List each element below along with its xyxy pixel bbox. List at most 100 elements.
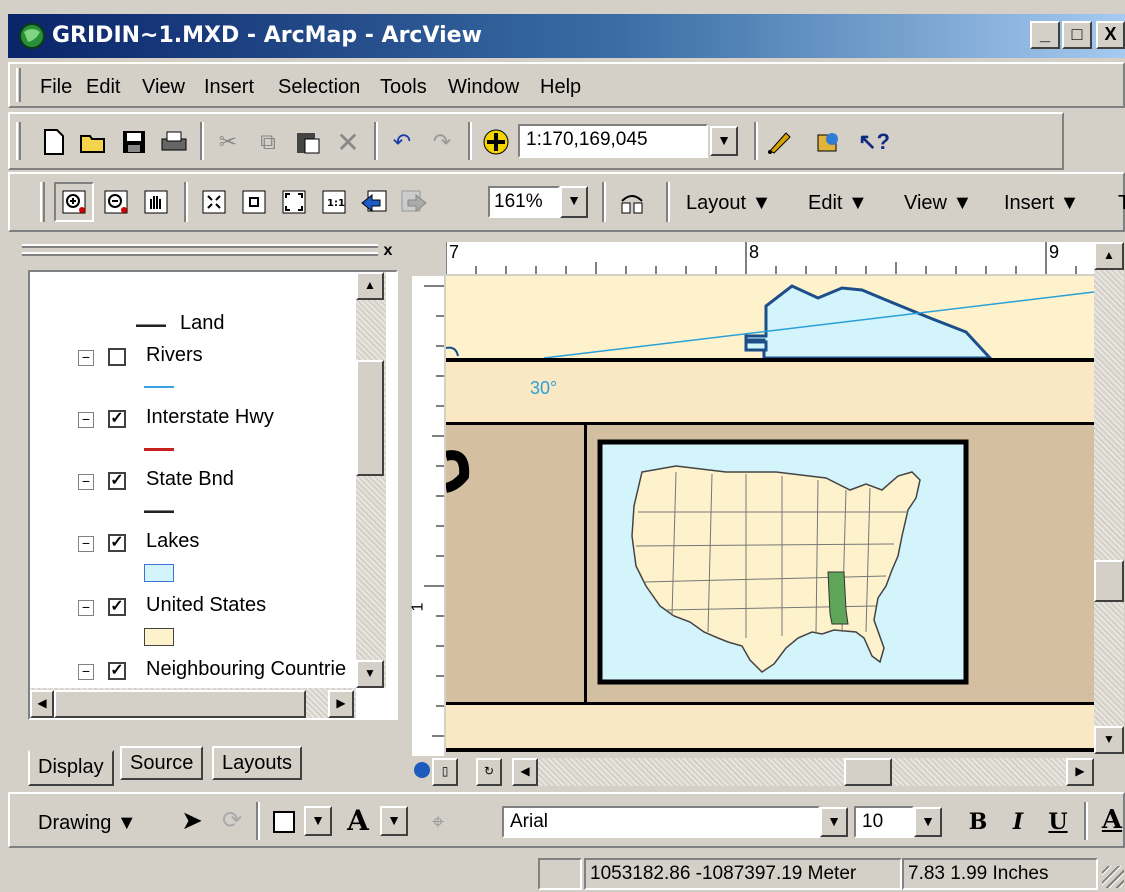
collapse-toggle[interactable]: −	[78, 474, 94, 490]
resize-grip-icon[interactable]	[1102, 866, 1124, 888]
open-folder-icon[interactable]	[76, 124, 112, 160]
menu-insert[interactable]: Insert	[204, 76, 254, 99]
layer-visibility-checkbox[interactable]: ✓	[108, 410, 126, 428]
scroll-thumb-horizontal[interactable]	[54, 690, 306, 718]
zoom-100-percent-icon[interactable]: 1:1	[316, 184, 352, 220]
font-color-icon[interactable]: A	[1094, 802, 1125, 838]
close-button[interactable]: X	[1096, 21, 1125, 49]
go-forward-extent-icon[interactable]	[396, 184, 432, 220]
zoom-out-page-icon[interactable]	[98, 184, 134, 220]
paste-icon[interactable]	[290, 124, 326, 160]
cut-icon[interactable]: ✂	[210, 124, 246, 160]
scroll-right-arrow-icon[interactable]: ▶	[328, 690, 354, 718]
toc-grip	[22, 244, 378, 248]
rotate-icon[interactable]: ⟳	[214, 802, 250, 838]
zoom-percent-input[interactable]: 161%	[488, 186, 560, 218]
refresh-icon[interactable]: ↻	[476, 758, 502, 786]
select-elements-arrow-icon[interactable]: ➤	[174, 802, 210, 838]
more-menu[interactable]: T	[1118, 192, 1125, 215]
menu-edit[interactable]: Edit	[86, 76, 120, 99]
zoom-out-fixed-icon[interactable]	[236, 184, 272, 220]
edit-menu[interactable]: Edit ▼	[808, 192, 868, 215]
toggle-draft-mode-icon[interactable]	[614, 184, 650, 220]
whats-this-help-icon[interactable]: ↖?	[856, 124, 892, 160]
maximize-button[interactable]: □	[1062, 21, 1092, 49]
go-back-extent-icon[interactable]	[356, 184, 392, 220]
zoom-dropdown-button[interactable]: ▼	[560, 186, 588, 218]
toc-vertical-scrollbar[interactable]	[356, 272, 386, 688]
view-menu[interactable]: View ▼	[904, 192, 972, 215]
layer-visibility-checkbox[interactable]: ✓	[108, 598, 126, 616]
collapse-toggle[interactable]: −	[78, 664, 94, 680]
layer-visibility-checkbox[interactable]: ✓	[108, 662, 126, 680]
menu-window[interactable]: Window	[448, 76, 519, 99]
toc-close-button[interactable]: x	[378, 242, 398, 262]
delete-icon[interactable]: ✕	[330, 124, 366, 160]
scroll-thumb-horizontal[interactable]	[844, 758, 892, 786]
zoom-whole-page-icon[interactable]	[276, 184, 312, 220]
zoom-in-fixed-icon[interactable]	[196, 184, 232, 220]
menu-selection[interactable]: Selection	[278, 76, 360, 99]
scroll-down-arrow-icon[interactable]: ▼	[356, 660, 384, 688]
tab-display[interactable]: Display	[28, 750, 114, 786]
save-icon[interactable]	[116, 124, 152, 160]
scroll-thumb[interactable]	[1094, 560, 1124, 602]
scroll-up-arrow-icon[interactable]: ▲	[356, 272, 384, 300]
new-text-icon[interactable]: A	[340, 802, 376, 838]
editor-toolbar-icon[interactable]	[762, 124, 798, 160]
collapse-toggle[interactable]: −	[78, 536, 94, 552]
bold-button[interactable]: B	[960, 804, 996, 840]
italic-button[interactable]: I	[1000, 804, 1036, 840]
copy-icon[interactable]: ⧉	[250, 124, 286, 160]
minimize-button[interactable]: _	[1030, 21, 1060, 49]
status-coordinates: 1053182.86 -1087397.19 Meter	[584, 858, 902, 890]
layer-visibility-checkbox[interactable]: ✓	[108, 472, 126, 490]
drawing-menu[interactable]: Drawing ▼	[38, 812, 137, 835]
arccatalog-icon[interactable]	[810, 124, 846, 160]
menu-file[interactable]: File	[40, 76, 72, 99]
print-icon[interactable]	[156, 124, 192, 160]
pan-page-icon[interactable]	[138, 184, 174, 220]
collapse-toggle[interactable]: −	[78, 350, 94, 366]
new-document-icon[interactable]	[36, 124, 72, 160]
rectangle-icon[interactable]	[266, 804, 302, 840]
map-horizontal-scrollbar[interactable]	[512, 758, 1094, 786]
graticule-label: 30°	[530, 378, 558, 398]
scroll-right-arrow-icon[interactable]: ▶	[1066, 758, 1094, 786]
text-dropdown-button[interactable]: ▼	[380, 806, 408, 836]
layer-visibility-checkbox[interactable]	[108, 348, 126, 366]
rectangle-dropdown-button[interactable]: ▼	[304, 806, 332, 836]
font-dropdown-button[interactable]: ▼	[820, 807, 848, 837]
menu-help[interactable]: Help	[540, 76, 581, 99]
font-size-input[interactable]: 10	[854, 806, 914, 838]
insert-menu[interactable]: Insert ▼	[1004, 192, 1079, 215]
underline-button[interactable]: U	[1040, 804, 1076, 840]
zoom-in-page-icon[interactable]	[54, 182, 94, 222]
font-name-input[interactable]: Arial	[502, 806, 820, 838]
status-panel-empty	[538, 858, 582, 890]
tab-source[interactable]: Source	[120, 746, 204, 780]
layout-menu[interactable]: Layout ▼	[686, 192, 771, 215]
layout-view-icon[interactable]: ▯	[432, 758, 458, 786]
toolbar-grip	[16, 122, 21, 160]
collapse-toggle[interactable]: −	[78, 412, 94, 428]
undo-icon[interactable]: ↶	[384, 124, 420, 160]
scroll-up-arrow-icon[interactable]: ▲	[1094, 242, 1124, 270]
layer-visibility-checkbox[interactable]: ✓	[108, 534, 126, 552]
collapse-toggle[interactable]: −	[78, 600, 94, 616]
map-scale-input[interactable]: 1:170,169,045	[518, 124, 708, 158]
edit-vertices-icon[interactable]: ⌖	[420, 804, 456, 840]
add-data-icon[interactable]	[478, 124, 514, 160]
scale-dropdown-button[interactable]: ▼	[710, 126, 738, 156]
tab-layouts[interactable]: Layouts	[212, 746, 303, 780]
menu-view[interactable]: View	[142, 76, 185, 99]
menu-tools[interactable]: Tools	[380, 76, 427, 99]
redo-icon[interactable]: ↷	[424, 124, 460, 160]
data-view-icon[interactable]	[414, 762, 430, 778]
map-vertical-scrollbar[interactable]	[1094, 242, 1124, 754]
scroll-thumb[interactable]	[356, 360, 384, 476]
scroll-left-arrow-icon[interactable]: ◀	[512, 758, 538, 786]
font-size-dropdown-button[interactable]: ▼	[914, 807, 942, 837]
scroll-left-arrow-icon[interactable]: ◀	[30, 690, 54, 718]
scroll-down-arrow-icon[interactable]: ▼	[1094, 726, 1124, 754]
